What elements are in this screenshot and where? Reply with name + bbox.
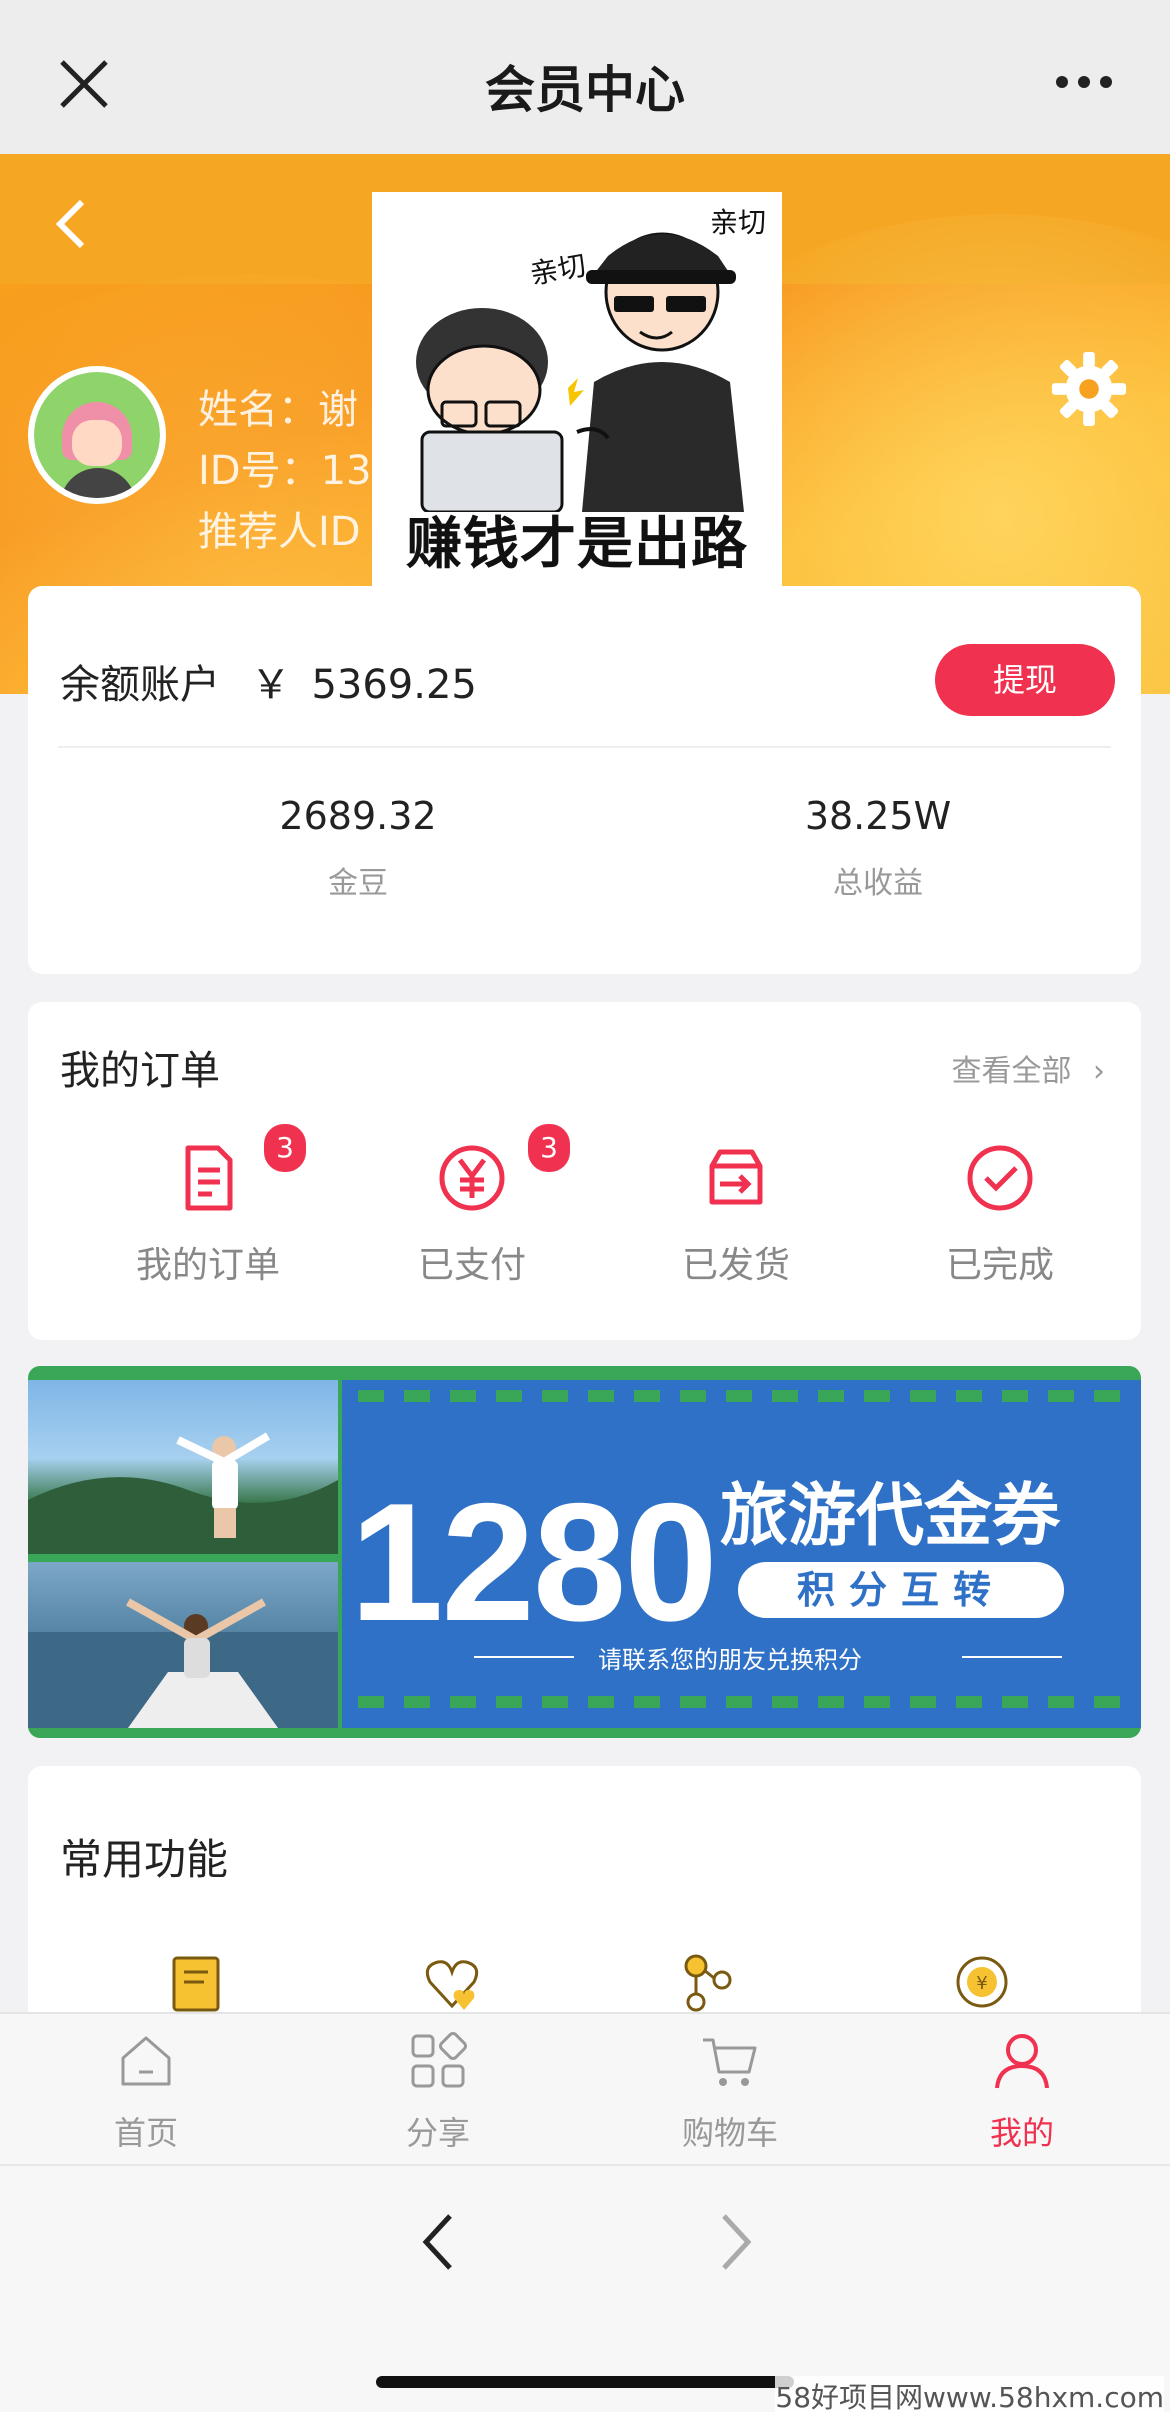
balance-label: 余额账户 ￥ 5369.25 — [60, 652, 477, 710]
tab-label: 首页 — [113, 2114, 178, 2152]
share-network-icon[interactable] — [676, 1950, 740, 2014]
receipt-icon[interactable] — [164, 1950, 228, 2014]
divider — [58, 746, 1111, 748]
tab-home[interactable]: 首页 — [46, 2030, 246, 2154]
browser-forward-icon[interactable] — [716, 2210, 756, 2274]
home-indicator — [376, 2376, 794, 2388]
home-icon — [121, 2036, 171, 2086]
avatar[interactable] — [28, 366, 166, 504]
watermark: 58好项目网www.58hxm.com — [775, 2376, 1164, 2412]
order-item-paid[interactable]: 3 已支付 — [342, 1124, 602, 1322]
orders-card: 我的订单 查看全部 › 3 我的订单 3 已支付 已发货 已完成 — [28, 1002, 1141, 1340]
top-nav-bar: 会员中心 — [0, 0, 1170, 154]
meme-label-a: 亲切 — [527, 249, 588, 291]
order-badge: 3 — [528, 1124, 570, 1172]
balance-card: 余额账户 ￥ 5369.25 提现 2689.32 金豆 38.25W 总收益 — [28, 586, 1141, 974]
voucher-subtitle: 请联系您的朋友兑换积分 — [598, 1646, 862, 1674]
tab-cart[interactable]: 购物车 — [630, 2030, 830, 2154]
balance-account-label: 余额账户 — [60, 662, 220, 708]
total-income-label: 总收益 — [833, 866, 923, 901]
common-functions-card: 常用功能 ¥ — [28, 1766, 1141, 2026]
common-functions-title: 常用功能 — [60, 1835, 229, 1884]
cart-icon — [703, 2038, 757, 2086]
page-title: 会员中心 — [485, 61, 685, 119]
meme-sticker: 亲切 亲切 赚钱才是出路 — [372, 192, 782, 590]
order-item-label: 已完成 — [945, 1245, 1054, 1286]
order-item-label: 我的订单 — [135, 1245, 280, 1286]
yen-icon — [439, 1145, 505, 1211]
gear-icon[interactable] — [1050, 350, 1128, 428]
referrer-id: 推荐人ID — [198, 509, 361, 555]
svg-text:¥: ¥ — [976, 1973, 987, 1994]
travel-voucher-banner[interactable]: 1280 旅游代金券 积分互转 请联系您的朋友兑换积分 — [28, 1366, 1141, 1738]
order-item-all[interactable]: 3 我的订单 — [78, 1124, 338, 1322]
voucher-title: 旅游代金券 — [720, 1477, 1061, 1556]
heart-icon[interactable] — [420, 1950, 484, 2014]
order-list-icon — [185, 1145, 233, 1211]
balance-amount: 5369.25 — [311, 662, 477, 708]
user-id: ID号：13 — [198, 448, 372, 494]
more-menu-icon[interactable] — [1054, 72, 1114, 92]
withdraw-button[interactable]: 提现 — [935, 644, 1115, 716]
tab-share[interactable]: 分享 — [338, 2030, 538, 2154]
person-icon — [995, 2034, 1049, 2089]
user-name: 姓名：谢 — [198, 387, 358, 433]
order-item-label: 已发货 — [681, 1245, 790, 1286]
view-all-link[interactable]: 查看全部 › — [951, 1046, 1105, 1090]
orders-title: 我的订单 — [60, 1048, 220, 1094]
order-item-shipped[interactable]: 已发货 — [606, 1142, 866, 1322]
order-item-label: 已支付 — [417, 1245, 526, 1286]
check-circle-icon — [967, 1145, 1033, 1211]
currency-symbol: ￥ — [250, 662, 291, 708]
bottom-tab-bar: 首页 分享 购物车 我的 — [0, 2012, 1170, 2164]
tab-mine[interactable]: 我的 — [922, 2030, 1122, 2154]
chevron-right-icon: › — [1093, 1054, 1105, 1089]
tab-label: 分享 — [405, 2114, 470, 2152]
shipped-box-icon — [709, 1149, 763, 1205]
browser-back-icon[interactable] — [418, 2210, 458, 2274]
meme-label-b: 亲切 — [710, 206, 766, 239]
gold-beans-label: 金豆 — [328, 866, 388, 901]
order-badge: 3 — [264, 1124, 306, 1172]
travel-photo-hill — [28, 1380, 338, 1554]
meme-illustration: 亲切 亲切 — [416, 206, 766, 512]
gold-beans-stat[interactable]: 2689.32 金豆 — [158, 794, 558, 902]
tab-label: 我的 — [989, 2114, 1054, 2152]
points-exchange-pill: 积分互转 — [738, 1562, 1064, 1618]
total-income-stat[interactable]: 38.25W 总收益 — [678, 794, 1078, 902]
back-arrow-icon[interactable] — [50, 194, 90, 254]
travel-photo-sea — [28, 1562, 338, 1728]
tab-label: 购物车 — [681, 2114, 778, 2152]
currency-exchange-icon[interactable]: ¥ — [950, 1950, 1014, 2014]
voucher-amount: 1280 — [350, 1468, 718, 1656]
user-info: 姓名：谢 ID号：13 推荐人ID — [198, 380, 372, 563]
browser-bottom-bar — [0, 2164, 1170, 2412]
total-income-value: 38.25W — [804, 794, 952, 838]
grid-icon — [411, 2032, 467, 2088]
view-all-label: 查看全部 — [951, 1054, 1072, 1089]
gold-beans-value: 2689.32 — [279, 794, 437, 838]
meme-caption: 赚钱才是出路 — [406, 512, 748, 577]
order-item-completed[interactable]: 已完成 — [870, 1142, 1130, 1322]
